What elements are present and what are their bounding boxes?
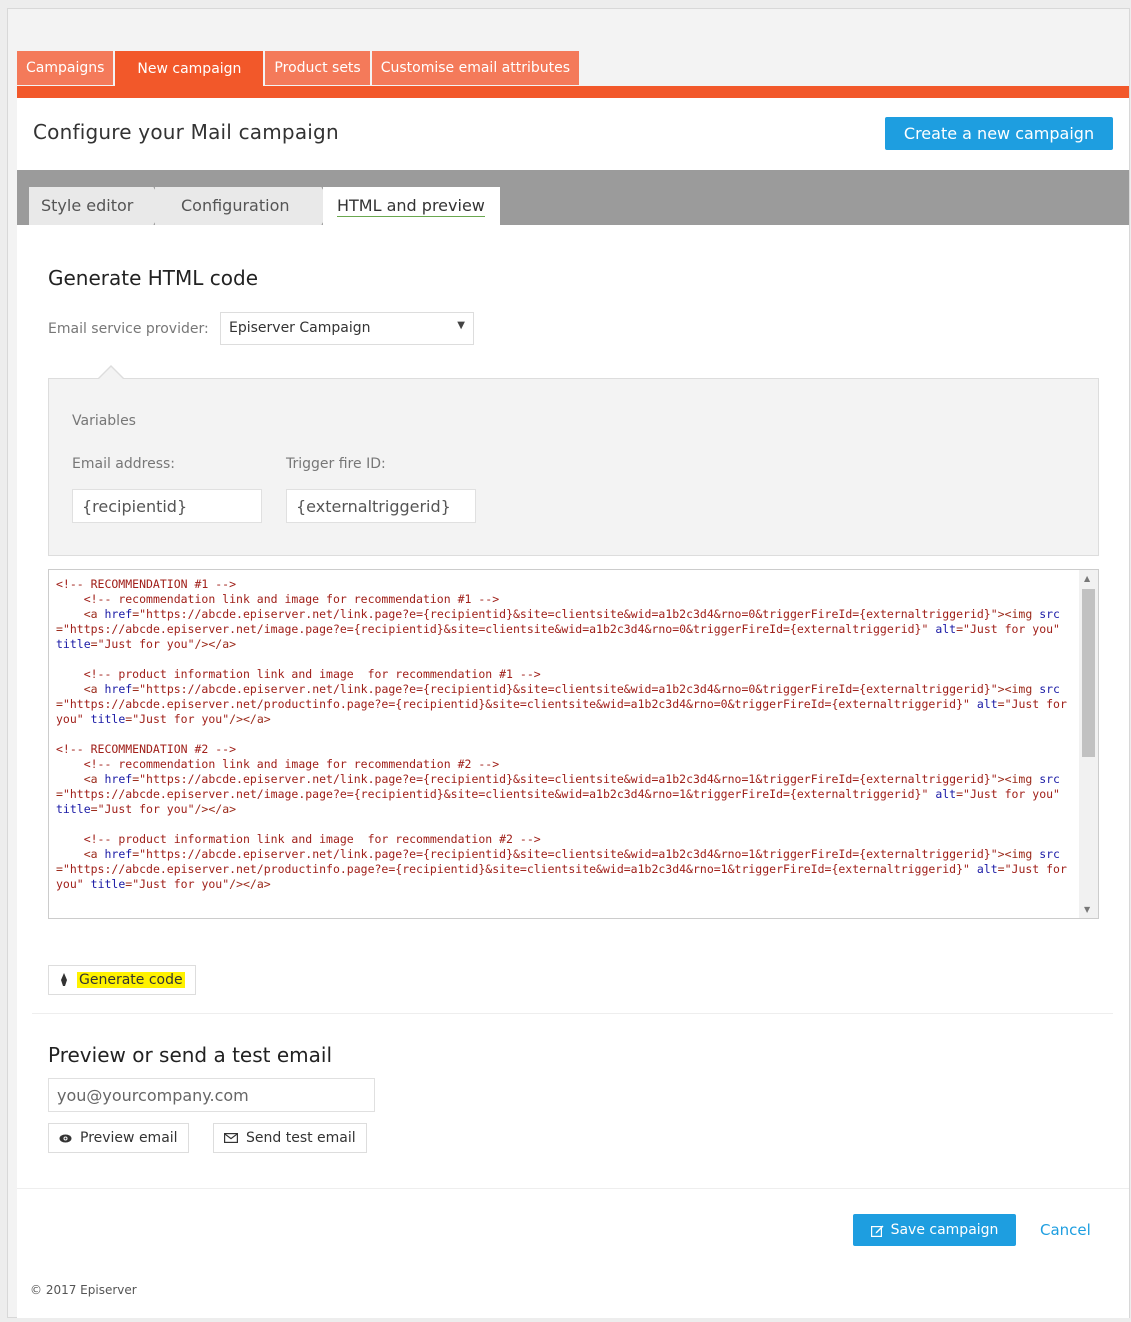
variables-title: Variables xyxy=(72,413,136,429)
step-configuration[interactable]: Configuration xyxy=(155,187,323,225)
generated-code-area[interactable]: <!-- RECOMMENDATION #1 --> <!-- recommen… xyxy=(48,569,1099,919)
code-line: <!-- product information link and image … xyxy=(56,832,541,846)
code-line: <!-- RECOMMENDATION #1 --> xyxy=(56,577,237,591)
step-style-editor[interactable]: Style editor xyxy=(29,187,155,225)
code-line: <!-- recommendation link and image for r… xyxy=(56,757,500,771)
step-html-and-preview-label: HTML and preview xyxy=(337,196,485,217)
wizard-steps: Style editor Configuration HTML and prev… xyxy=(17,170,1129,225)
code-line: <!-- recommendation link and image for r… xyxy=(56,592,500,606)
panel-notch-inner xyxy=(98,367,124,380)
test-email-input[interactable] xyxy=(48,1078,375,1112)
edit-icon xyxy=(870,1225,884,1237)
section-divider xyxy=(32,1013,1113,1014)
esp-select[interactable]: Episerver Campaign ▼ xyxy=(220,312,474,345)
generate-code-button[interactable]: Generate code xyxy=(48,965,196,995)
send-test-email-label: Send test email xyxy=(246,1130,356,1146)
email-address-input[interactable] xyxy=(72,489,262,523)
esp-selected-value: Episerver Campaign xyxy=(229,320,371,336)
code-line: <!-- RECOMMENDATION #2 --> xyxy=(56,742,237,756)
send-test-email-button[interactable]: Send test email xyxy=(213,1123,367,1153)
tab-campaigns[interactable]: Campaigns xyxy=(17,51,114,85)
code-line: <a href="https://abcde.episerver.net/lin… xyxy=(56,607,1060,651)
envelope-icon xyxy=(224,1133,238,1143)
generated-code-text: <!-- RECOMMENDATION #1 --> <!-- recommen… xyxy=(56,577,1071,892)
trigger-fire-id-input[interactable] xyxy=(286,489,476,523)
main-content: Generate HTML code Email service provide… xyxy=(17,225,1129,1318)
page-header: Configure your Mail campaign Create a ne… xyxy=(17,98,1129,170)
esp-label: Email service provider: xyxy=(48,321,209,337)
create-new-campaign-button[interactable]: Create a new campaign xyxy=(885,117,1113,150)
code-line: <a href="https://abcde.episerver.net/lin… xyxy=(56,772,1060,816)
generate-code-label: Generate code xyxy=(77,972,185,988)
scroll-up-icon[interactable]: ▲ xyxy=(1084,574,1090,583)
code-line: <!-- product information link and image … xyxy=(56,667,541,681)
page-title: Configure your Mail campaign xyxy=(33,120,339,144)
variables-panel: Variables Email address: Trigger fire ID… xyxy=(48,365,1099,556)
code-line: <a href="https://abcde.episerver.net/lin… xyxy=(56,682,1074,726)
scroll-thumb[interactable] xyxy=(1082,589,1095,757)
save-campaign-button[interactable]: Save campaign xyxy=(853,1214,1016,1246)
save-campaign-label: Save campaign xyxy=(890,1222,999,1238)
generate-html-title: Generate HTML code xyxy=(48,266,259,290)
eye-icon xyxy=(59,1134,72,1142)
cancel-link[interactable]: Cancel xyxy=(1040,1221,1091,1239)
scroll-down-icon[interactable]: ▼ xyxy=(1084,905,1090,914)
top-tabs: Campaigns New campaign Product sets Cust… xyxy=(17,51,581,98)
footer-copyright: © 2017 Episerver xyxy=(30,1283,137,1297)
dropdown-arrow-icon: ▼ xyxy=(457,320,465,331)
section-divider xyxy=(17,1188,1129,1189)
email-address-label: Email address: xyxy=(72,456,176,472)
code-line: <a href="https://abcde.episerver.net/lin… xyxy=(56,847,1074,891)
code-scrollbar[interactable]: ▲ ▼ xyxy=(1079,570,1098,918)
trigger-fire-id-label: Trigger fire ID: xyxy=(286,456,386,472)
preview-email-button[interactable]: Preview email xyxy=(48,1123,189,1153)
step-html-and-preview[interactable]: HTML and preview xyxy=(323,187,500,225)
preview-email-label: Preview email xyxy=(80,1130,178,1146)
tab-product-sets[interactable]: Product sets xyxy=(265,51,370,85)
pen-icon xyxy=(61,973,67,986)
tab-customise-email-attributes[interactable]: Customise email attributes xyxy=(371,51,580,85)
preview-title: Preview or send a test email xyxy=(48,1043,333,1067)
tab-underline-bar xyxy=(17,86,1129,98)
